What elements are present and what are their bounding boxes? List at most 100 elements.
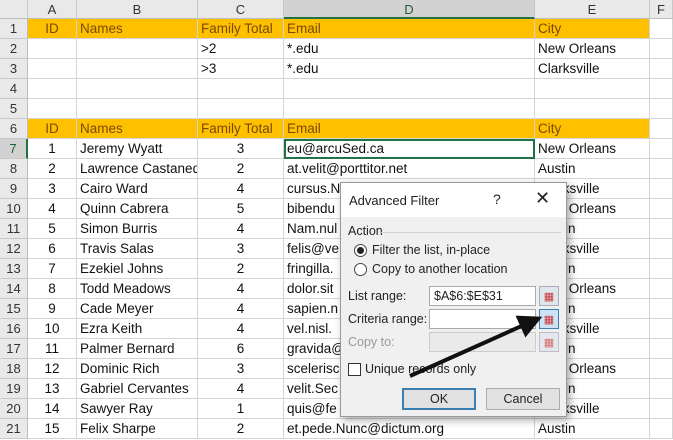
cell[interactable] bbox=[650, 339, 673, 359]
cell[interactable]: Todd Meadows bbox=[77, 279, 198, 299]
cell[interactable]: 4 bbox=[198, 379, 284, 399]
cell[interactable] bbox=[77, 39, 198, 59]
list-range-collapse-button[interactable]: ▦ bbox=[539, 286, 559, 306]
row-header[interactable]: 2 bbox=[0, 39, 28, 59]
cell[interactable]: Austin bbox=[535, 419, 650, 439]
header-cell[interactable] bbox=[650, 19, 673, 39]
row-header[interactable]: 15 bbox=[0, 299, 28, 319]
copy-to-location-radio[interactable] bbox=[354, 263, 367, 276]
row-header[interactable]: 3 bbox=[0, 59, 28, 79]
row-header[interactable]: 8 bbox=[0, 159, 28, 179]
cell[interactable]: Cade Meyer bbox=[77, 299, 198, 319]
cell[interactable]: 2 bbox=[198, 159, 284, 179]
cell[interactable]: 4 bbox=[28, 199, 77, 219]
cell[interactable] bbox=[28, 39, 77, 59]
cell[interactable] bbox=[650, 79, 673, 99]
header-cell[interactable]: Email bbox=[284, 19, 535, 39]
close-button[interactable]: ✕ bbox=[535, 188, 550, 209]
row-header[interactable]: 11 bbox=[0, 219, 28, 239]
help-button[interactable]: ? bbox=[493, 191, 501, 207]
cell[interactable]: 15 bbox=[28, 419, 77, 439]
header-cell[interactable]: Family Total bbox=[198, 119, 284, 139]
row-header[interactable]: 6 bbox=[0, 119, 28, 139]
cell[interactable]: 3 bbox=[198, 359, 284, 379]
header-cell[interactable]: ID bbox=[28, 19, 77, 39]
cell[interactable] bbox=[650, 379, 673, 399]
header-cell[interactable]: Names bbox=[77, 119, 198, 139]
cell[interactable] bbox=[284, 79, 535, 99]
cell[interactable]: 3 bbox=[28, 179, 77, 199]
cell[interactable] bbox=[650, 259, 673, 279]
cell[interactable]: Austin bbox=[535, 159, 650, 179]
cell[interactable] bbox=[650, 319, 673, 339]
row-header[interactable]: 10 bbox=[0, 199, 28, 219]
cell[interactable]: 10 bbox=[28, 319, 77, 339]
cell[interactable]: 13 bbox=[28, 379, 77, 399]
row-header[interactable]: 16 bbox=[0, 319, 28, 339]
header-cell[interactable]: Family Total bbox=[198, 19, 284, 39]
cancel-button[interactable]: Cancel bbox=[486, 388, 560, 410]
row-header[interactable]: 5 bbox=[0, 99, 28, 119]
cell[interactable]: >3 bbox=[198, 59, 284, 79]
cell[interactable]: Ezekiel Johns bbox=[77, 259, 198, 279]
header-cell[interactable]: ID bbox=[28, 119, 77, 139]
column-header-C[interactable]: C bbox=[198, 0, 284, 19]
cell[interactable] bbox=[650, 199, 673, 219]
cell[interactable] bbox=[77, 99, 198, 119]
row-header[interactable]: 14 bbox=[0, 279, 28, 299]
row-header[interactable]: 1 bbox=[0, 19, 28, 39]
cell[interactable]: 3 bbox=[198, 239, 284, 259]
cell[interactable]: Lawrence Castaneda bbox=[77, 159, 198, 179]
cell[interactable]: New Orleans bbox=[535, 139, 650, 159]
cell[interactable]: 4 bbox=[198, 179, 284, 199]
cell[interactable] bbox=[650, 359, 673, 379]
cell[interactable]: Quinn Cabrera bbox=[77, 199, 198, 219]
cell[interactable]: Gabriel Cervantes bbox=[77, 379, 198, 399]
cell[interactable]: 6 bbox=[198, 339, 284, 359]
spreadsheet-grid[interactable]: A B C D E F 1 ID Names Family Total Email City 2 >2 *.… bbox=[0, 0, 673, 440]
cell[interactable] bbox=[198, 79, 284, 99]
cell[interactable]: 9 bbox=[28, 299, 77, 319]
header-cell[interactable]: City bbox=[535, 19, 650, 39]
unique-records-checkbox[interactable] bbox=[348, 363, 361, 376]
row-header[interactable]: 7 bbox=[0, 139, 28, 159]
cell[interactable]: *.edu bbox=[284, 39, 535, 59]
cell[interactable] bbox=[198, 99, 284, 119]
cell[interactable] bbox=[650, 219, 673, 239]
cell[interactable]: New Orleans bbox=[535, 39, 650, 59]
row-header[interactable]: 13 bbox=[0, 259, 28, 279]
cell[interactable] bbox=[284, 99, 535, 119]
header-cell[interactable]: Names bbox=[77, 19, 198, 39]
row-header[interactable]: 4 bbox=[0, 79, 28, 99]
cell[interactable] bbox=[28, 59, 77, 79]
cell[interactable] bbox=[650, 159, 673, 179]
cell[interactable]: 1 bbox=[198, 399, 284, 419]
cell[interactable]: at.velit@porttitor.net bbox=[284, 159, 535, 179]
cell[interactable]: 8 bbox=[28, 279, 77, 299]
cell[interactable]: 2 bbox=[198, 419, 284, 439]
row-header[interactable]: 21 bbox=[0, 419, 28, 439]
column-header-B[interactable]: B bbox=[77, 0, 198, 19]
cell[interactable]: et.pede.Nunc@dictum.org bbox=[284, 419, 535, 439]
cell[interactable]: 14 bbox=[28, 399, 77, 419]
cell[interactable]: >2 bbox=[198, 39, 284, 59]
cell[interactable]: 4 bbox=[198, 299, 284, 319]
cell[interactable] bbox=[28, 99, 77, 119]
cell[interactable]: 7 bbox=[28, 259, 77, 279]
column-header-D[interactable]: D bbox=[284, 0, 535, 19]
column-header-E[interactable]: E bbox=[535, 0, 650, 19]
row-header[interactable]: 18 bbox=[0, 359, 28, 379]
cell[interactable] bbox=[77, 79, 198, 99]
cell[interactable]: *.edu bbox=[284, 59, 535, 79]
row-header[interactable]: 20 bbox=[0, 399, 28, 419]
row-header[interactable]: 9 bbox=[0, 179, 28, 199]
column-header-A[interactable]: A bbox=[28, 0, 77, 19]
cell[interactable]: Dominic Rich bbox=[77, 359, 198, 379]
cell[interactable]: 5 bbox=[28, 219, 77, 239]
cell[interactable] bbox=[77, 59, 198, 79]
cell[interactable] bbox=[650, 179, 673, 199]
cell[interactable]: Simon Burris bbox=[77, 219, 198, 239]
cell[interactable]: 4 bbox=[198, 319, 284, 339]
cell[interactable]: 2 bbox=[28, 159, 77, 179]
cell[interactable]: Clarksville bbox=[535, 59, 650, 79]
